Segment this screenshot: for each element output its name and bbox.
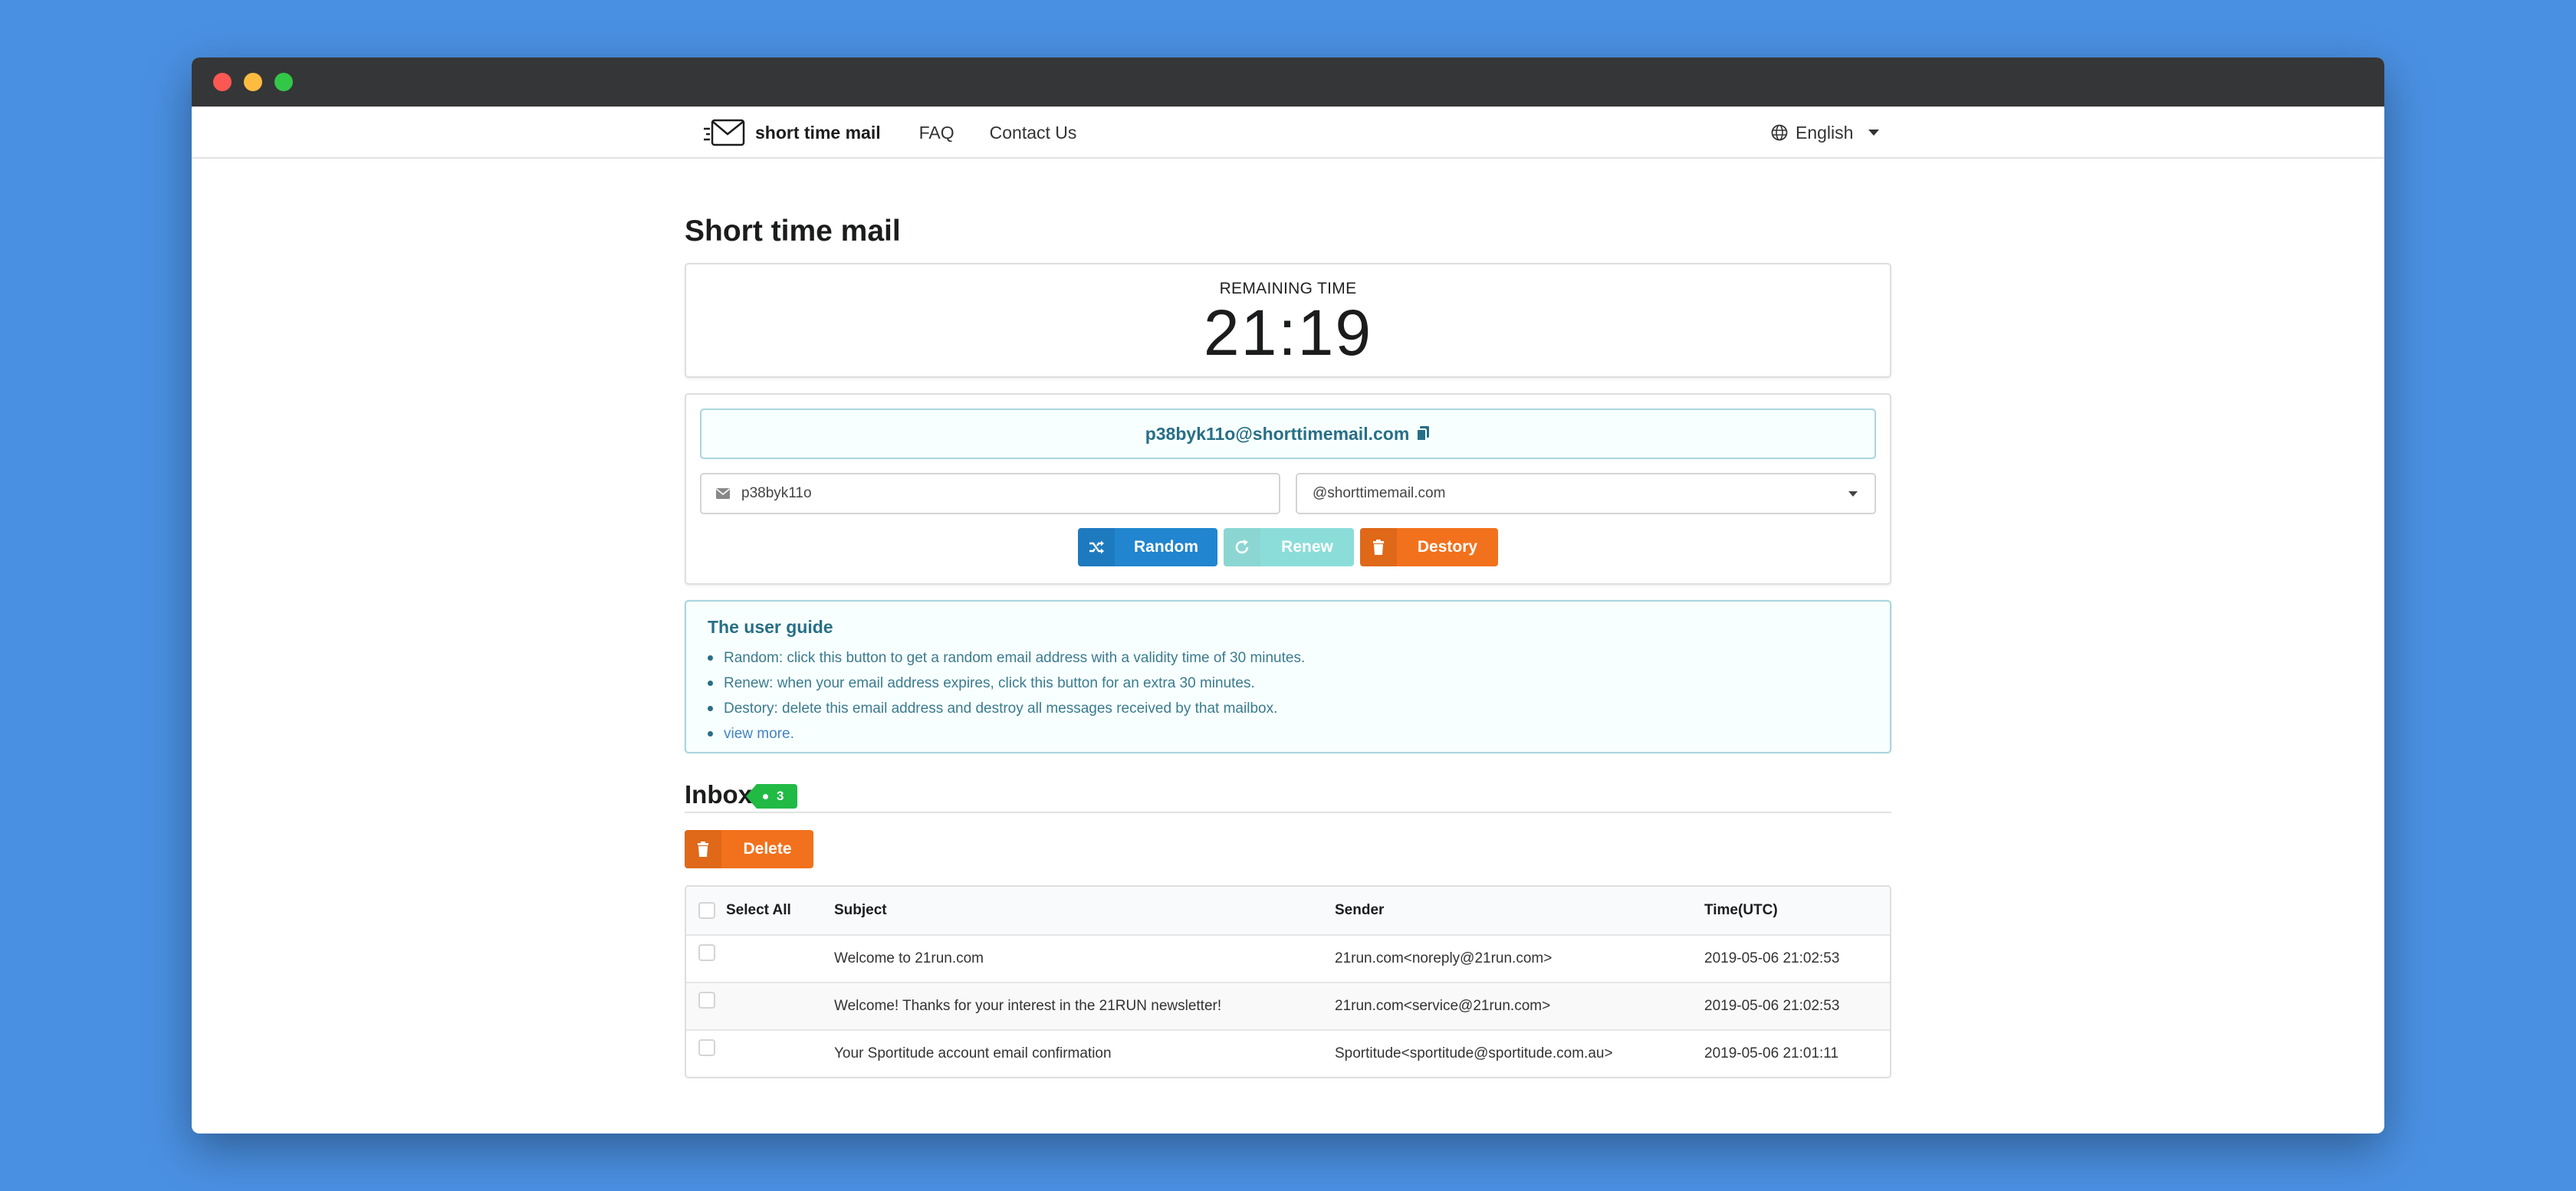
view-more-link[interactable]: view more. <box>724 721 794 746</box>
top-navbar: short time mail FAQ Contact Us English <box>192 107 2384 159</box>
row-subject[interactable]: Welcome to 21run.com <box>834 950 1335 967</box>
table-row[interactable]: Welcome to 21run.com 21run.com<noreply@2… <box>686 934 1890 982</box>
brand-name: short time mail <box>755 122 881 143</box>
row-time: 2019-05-06 21:02:53 <box>1704 950 1840 966</box>
destroy-button-label: Destory <box>1417 538 1478 556</box>
destroy-button[interactable]: Destory <box>1360 528 1498 566</box>
window-titlebar <box>192 57 2384 107</box>
guide-item-destroy: Destory: delete this email address and d… <box>708 696 1868 721</box>
minimize-window-button[interactable] <box>244 73 262 91</box>
mailbox-panel: p38byk11o@shorttimemail.com p38byk11o @s… <box>685 393 1891 585</box>
username-value: p38byk11o <box>741 485 812 501</box>
column-header-subject: Subject <box>834 902 887 918</box>
row-subject[interactable]: Welcome! Thanks for your interest in the… <box>834 998 1335 1015</box>
guide-item-text: Renew: when your email address expires, … <box>724 675 1255 691</box>
current-email-address[interactable]: p38byk11o@shorttimemail.com <box>700 408 1876 459</box>
envelope-icon <box>715 488 731 499</box>
renew-button[interactable]: Renew <box>1224 528 1354 566</box>
redo-icon <box>1235 540 1249 554</box>
table-header-row: Select All Subject Sender Time(UTC) <box>686 887 1890 934</box>
nav-link-faq[interactable]: FAQ <box>919 123 955 143</box>
envelope-logo-icon <box>704 119 745 146</box>
delete-button-label: Delete <box>743 840 792 858</box>
renew-button-label: Renew <box>1281 538 1333 556</box>
row-subject[interactable]: Your Sportitude account email confirmati… <box>834 1045 1335 1062</box>
browser-window: short time mail FAQ Contact Us English S… <box>192 57 2384 1134</box>
chevron-down-icon <box>1868 130 1880 136</box>
nav-link-contact[interactable]: Contact Us <box>990 123 1077 143</box>
row-sender: 21run.com<service@21run.com> <box>1335 998 1551 1014</box>
main-content: Short time mail REMAINING TIME 21:19 p38… <box>685 211 1891 1078</box>
row-checkbox[interactable] <box>698 1039 715 1056</box>
guide-item-text: Destory: delete this email address and d… <box>724 700 1278 717</box>
trash-icon <box>698 842 708 857</box>
row-sender: Sportitude<sportitude@sportitude.com.au> <box>1335 1045 1613 1061</box>
inbox-title: Inbox <box>685 780 752 809</box>
table-row[interactable]: Welcome! Thanks for your interest in the… <box>686 982 1890 1029</box>
trash-icon <box>1373 540 1384 555</box>
select-all-checkbox[interactable] <box>698 902 715 919</box>
inbox-table: Select All Subject Sender Time(UTC) Welc… <box>685 885 1891 1078</box>
user-guide-message: The user guide Random: click this button… <box>685 600 1891 753</box>
remaining-time-value: 21:19 <box>1203 297 1373 369</box>
chevron-down-icon <box>1848 491 1858 497</box>
remaining-time-panel: REMAINING TIME 21:19 <box>685 263 1891 378</box>
column-header-sender: Sender <box>1335 902 1385 918</box>
row-time: 2019-05-06 21:02:53 <box>1704 998 1840 1014</box>
inbox-header: Inbox 3 <box>685 779 1891 813</box>
domain-select[interactable]: @shorttimemail.com <box>1296 473 1876 514</box>
language-dropdown[interactable]: English <box>1771 107 1880 159</box>
select-all-label[interactable]: Select All <box>726 902 791 919</box>
guide-item-random: Random: click this button to get a rando… <box>708 645 1868 671</box>
shuffle-icon <box>1089 540 1104 554</box>
page-title: Short time mail <box>685 215 901 248</box>
row-sender: 21run.com<noreply@21run.com> <box>1335 950 1552 966</box>
email-address-text: p38byk11o@shorttimemail.com <box>1145 423 1410 444</box>
username-input[interactable]: p38byk11o <box>700 473 1280 514</box>
remaining-time-label: REMAINING TIME <box>1219 280 1357 297</box>
row-time: 2019-05-06 21:01:11 <box>1704 1045 1839 1061</box>
guide-item-text: Random: click this button to get a rando… <box>724 650 1306 666</box>
table-row[interactable]: Your Sportitude account email confirmati… <box>686 1029 1890 1077</box>
user-guide-list: Random: click this button to get a rando… <box>708 645 1868 746</box>
maximize-window-button[interactable] <box>274 73 293 91</box>
guide-item-view-more: view more. <box>708 721 1868 746</box>
column-header-time: Time(UTC) <box>1704 902 1778 918</box>
brand-link[interactable]: short time mail <box>703 118 881 147</box>
copy-icon[interactable] <box>1415 425 1431 442</box>
row-checkbox[interactable] <box>698 992 715 1009</box>
close-window-button[interactable] <box>213 73 232 91</box>
random-button-label: Random <box>1134 538 1198 556</box>
delete-button[interactable]: Delete <box>685 830 813 868</box>
globe-icon <box>1771 124 1788 141</box>
select-all-cell: Select All <box>686 902 834 919</box>
inbox-count-badge: 3 <box>745 784 798 809</box>
random-button[interactable]: Random <box>1078 528 1217 566</box>
language-label: English <box>1796 122 1854 143</box>
guide-item-renew: Renew: when your email address expires, … <box>708 671 1868 696</box>
domain-value: @shorttimemail.com <box>1313 485 1446 501</box>
user-guide-title: The user guide <box>708 617 833 637</box>
row-checkbox[interactable] <box>698 944 715 961</box>
